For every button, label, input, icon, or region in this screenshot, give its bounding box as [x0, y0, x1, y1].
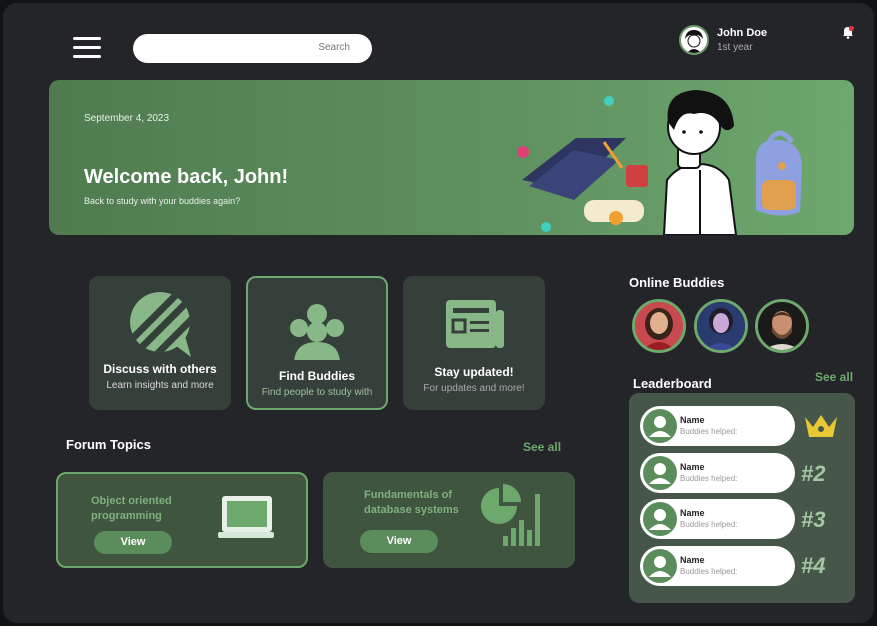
user-name: John Doe — [717, 27, 768, 39]
chart-icon — [481, 484, 540, 546]
view-button-oop[interactable]: View — [94, 531, 172, 554]
forum-title: Forum Topics — [66, 437, 151, 452]
user-icon — [643, 502, 677, 536]
welcome-banner: September 4, 2023 Welcome back, John! Ba… — [49, 80, 854, 235]
search-placeholder: Search — [318, 42, 350, 53]
rank-label: #2 — [801, 461, 826, 486]
discuss-subtitle: Learn insights and more — [106, 380, 214, 391]
laptop-icon — [218, 496, 274, 538]
leaderboard-sub: Buddies helped: — [680, 427, 738, 436]
stay-updated-subtitle: For updates and more! — [423, 383, 525, 394]
leaderboard-row[interactable]: Name Buddies helped: — [640, 453, 795, 493]
topic-title-line2: database systems — [364, 504, 459, 516]
user-icon — [643, 409, 677, 443]
student-illustration-icon — [517, 90, 802, 235]
find-buddies-title: Find Buddies — [279, 369, 355, 383]
leaderboard-panel: Name Buddies helped: Name Buddies helped… — [629, 393, 855, 603]
stay-updated-title: Stay updated! — [434, 365, 514, 379]
buddy-avatar-3[interactable] — [755, 299, 809, 353]
topic-title-line1: Fundamentals of — [364, 489, 453, 501]
find-buddies-subtitle: Find people to study with — [261, 387, 373, 398]
topic-title-line2: programming — [91, 510, 162, 522]
leaderboard-title: Leaderboard — [633, 376, 712, 391]
leaderboard-name: Name — [680, 555, 705, 565]
chat-icon — [130, 292, 191, 357]
banner-title: Welcome back, John! — [84, 166, 289, 188]
buddy-avatar-2[interactable] — [694, 299, 748, 353]
topic-title-line1: Object oriented — [91, 495, 172, 507]
user-icon — [643, 549, 677, 583]
find-buddies-card[interactable]: Find Buddies Find people to study with — [246, 276, 388, 410]
view-button-database[interactable]: View — [360, 530, 438, 553]
leaderboard-row[interactable]: Name Buddies helped: — [640, 406, 795, 446]
leaderboard-see-all-link[interactable]: See all — [815, 370, 853, 384]
leaderboard-row[interactable]: Name Buddies helped: — [640, 499, 795, 539]
avatar — [679, 25, 709, 55]
leaderboard-sub: Buddies helped: — [680, 520, 738, 529]
user-icon — [643, 456, 677, 490]
leaderboard-name: Name — [680, 508, 705, 518]
leaderboard-sub: Buddies helped: — [680, 567, 738, 576]
news-icon — [446, 300, 504, 348]
stay-updated-card[interactable]: Stay updated! For updates and more! — [403, 276, 545, 410]
forum-see-all-link[interactable]: See all — [523, 440, 561, 454]
discuss-card[interactable]: Discuss with others Learn insights and m… — [89, 276, 231, 410]
search-input[interactable]: Search — [133, 34, 372, 63]
group-icon — [290, 304, 344, 360]
rank-label: #4 — [801, 553, 826, 578]
leaderboard-name: Name — [680, 415, 705, 425]
leaderboard-row[interactable]: Name Buddies helped: — [640, 546, 795, 586]
leaderboard-name: Name — [680, 462, 705, 472]
topic-card-database[interactable]: Fundamentals of database systems View — [323, 472, 575, 568]
banner-date: September 4, 2023 — [84, 113, 170, 124]
banner-subtitle: Back to study with your buddies again? — [84, 196, 241, 206]
app-frame: Search John Doe 1st year September 4, 20… — [3, 3, 874, 623]
buddy-avatar-1[interactable] — [632, 299, 686, 353]
rank-label: #3 — [801, 507, 826, 532]
notification-icon[interactable] — [841, 25, 855, 39]
discuss-title: Discuss with others — [103, 362, 217, 376]
leaderboard-sub: Buddies helped: — [680, 474, 738, 483]
user-year: 1st year — [717, 42, 753, 53]
online-buddies-title: Online Buddies — [629, 275, 725, 290]
topic-card-oop[interactable]: Object oriented programming View — [56, 472, 308, 568]
user-profile[interactable]: John Doe 1st year — [679, 25, 799, 57]
menu-icon[interactable] — [73, 37, 101, 59]
crown-icon — [805, 415, 837, 437]
